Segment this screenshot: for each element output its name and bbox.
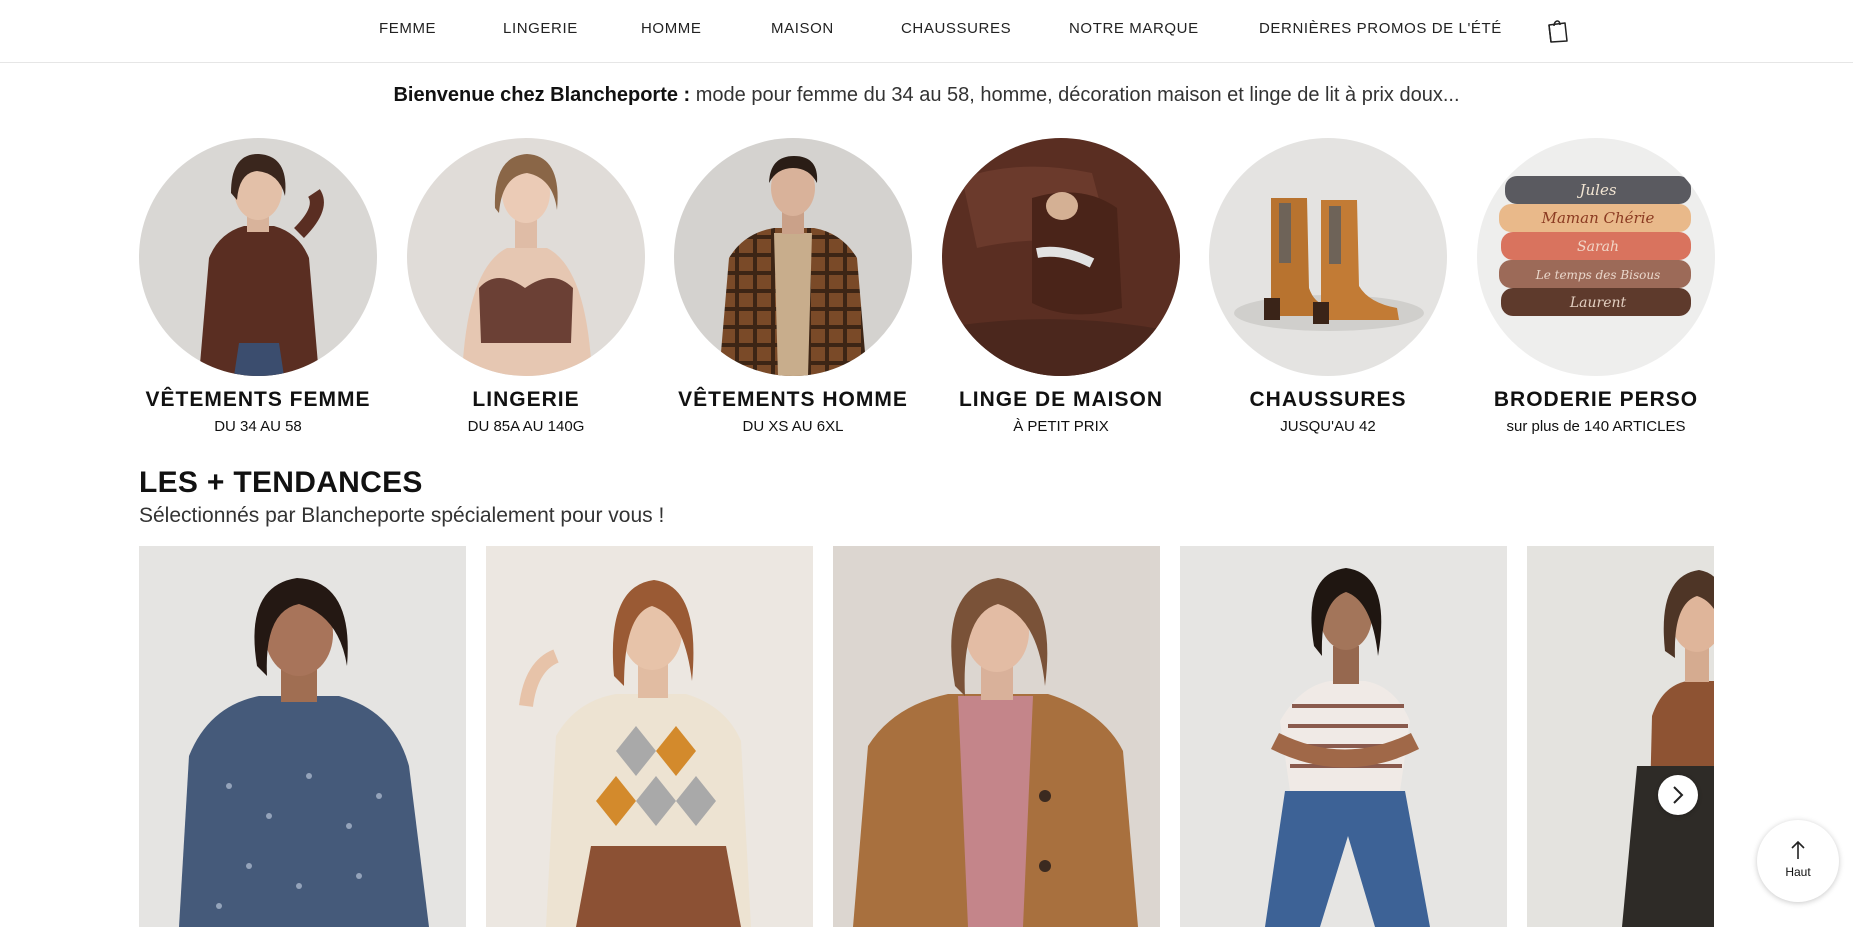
- product-image: [486, 546, 813, 927]
- category-title: VÊTEMENTS HOMME: [678, 388, 908, 411]
- category-image-femme: [139, 138, 377, 376]
- towel-name: Jules: [1576, 181, 1616, 199]
- product-card[interactable]: [1527, 546, 1714, 927]
- category-broderie-perso[interactable]: Jules Maman Chérie Sarah Le temps des Bi…: [1466, 138, 1726, 435]
- category-vetements-femme[interactable]: VÊTEMENTS FEMME DU 34 AU 58: [128, 138, 388, 435]
- welcome-banner: Bienvenue chez Blancheporte : mode pour …: [0, 84, 1853, 107]
- towel-name: Le temps des Bisous: [1535, 268, 1661, 282]
- nav-item-promos-ete[interactable]: DERNIÈRES PROMOS DE L'ÉTÉ: [1259, 20, 1502, 37]
- product-card[interactable]: [486, 546, 813, 927]
- top-navigation: FEMME LINGERIE HOMME MAISON CHAUSSURES N…: [0, 0, 1853, 63]
- towel-name: Sarah: [1577, 239, 1619, 255]
- category-subtitle: DU 34 AU 58: [214, 418, 302, 435]
- arrow-up-icon: [1791, 840, 1805, 859]
- product-image: [1527, 546, 1714, 927]
- product-image: [833, 546, 1160, 927]
- back-to-top-button[interactable]: Haut: [1757, 820, 1839, 902]
- nav-item-notre-marque[interactable]: NOTRE MARQUE: [1069, 20, 1199, 37]
- nav-item-homme[interactable]: HOMME: [641, 20, 702, 37]
- category-title: BRODERIE PERSO: [1493, 388, 1699, 411]
- category-image-lingerie: [407, 138, 645, 376]
- nav-menu: FEMME LINGERIE HOMME MAISON CHAUSSURES N…: [0, 0, 1853, 62]
- category-subtitle: DU XS AU 6XL: [742, 418, 844, 435]
- category-image-broderie: Jules Maman Chérie Sarah Le temps des Bi…: [1477, 138, 1715, 376]
- towel-name: Maman Chérie: [1541, 209, 1655, 227]
- carousel-next-button[interactable]: [1658, 775, 1698, 815]
- towel-name: Laurent: [1569, 295, 1627, 311]
- category-subtitle: À PETIT PRIX: [1013, 418, 1109, 435]
- section-subtitle: Sélectionnés par Blancheporte spécialeme…: [139, 504, 665, 527]
- category-title: LINGE DE MAISON: [958, 388, 1163, 411]
- category-title: CHAUSSURES: [1249, 388, 1407, 411]
- nav-item-chaussures[interactable]: CHAUSSURES: [901, 20, 1011, 37]
- section-title: LES + TENDANCES: [139, 466, 423, 499]
- nav-item-lingerie[interactable]: LINGERIE: [503, 20, 578, 37]
- category-lingerie[interactable]: LINGERIE DU 85A AU 140G: [396, 138, 656, 435]
- category-image-maison: [942, 138, 1180, 376]
- category-title: VÊTEMENTS FEMME: [145, 388, 371, 411]
- category-subtitle: sur plus de 140 ARTICLES: [1506, 418, 1686, 435]
- nav-item-femme[interactable]: FEMME: [379, 20, 436, 37]
- category-image-chaussures: [1209, 138, 1447, 376]
- category-vetements-homme[interactable]: VÊTEMENTS HOMME DU XS AU 6XL: [663, 138, 923, 435]
- welcome-text: mode pour femme du 34 au 58, homme, déco…: [690, 84, 1460, 106]
- nav-item-maison[interactable]: MAISON: [771, 20, 834, 37]
- product-image: [1180, 546, 1507, 927]
- category-title: LINGERIE: [472, 388, 580, 411]
- category-chaussures[interactable]: CHAUSSURES JUSQU'AU 42: [1198, 138, 1458, 435]
- category-image-homme: [674, 138, 912, 376]
- product-image: [139, 546, 466, 927]
- back-to-top-label: Haut: [1785, 865, 1811, 879]
- product-card[interactable]: [139, 546, 466, 927]
- category-subtitle: DU 85A AU 140G: [467, 418, 585, 435]
- shopping-bag-icon[interactable]: [1546, 18, 1568, 44]
- product-card[interactable]: [1180, 546, 1507, 927]
- chevron-right-icon: [1673, 786, 1684, 804]
- product-card[interactable]: [833, 546, 1160, 927]
- category-linge-de-maison[interactable]: LINGE DE MAISON À PETIT PRIX: [931, 138, 1191, 435]
- product-carousel: [139, 546, 1714, 927]
- category-subtitle: JUSQU'AU 42: [1280, 418, 1376, 435]
- welcome-brand: Bienvenue chez Blancheporte :: [393, 84, 691, 106]
